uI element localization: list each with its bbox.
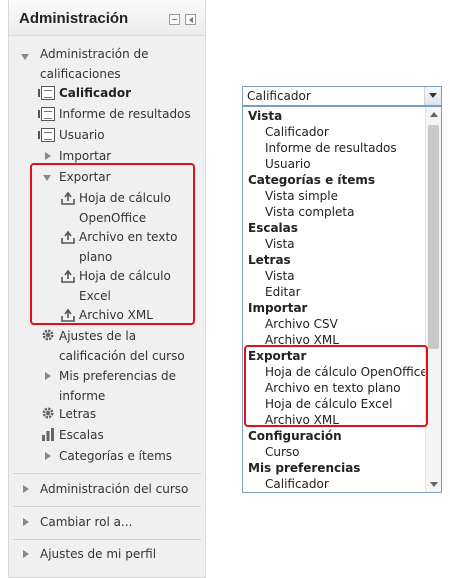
option-item[interactable]: Curso: [265, 444, 300, 460]
tree-item-label: Mis preferencias de informe: [59, 369, 177, 403]
collapsed-triangle-icon[interactable]: [45, 152, 51, 160]
scroll-up-icon[interactable]: [426, 107, 441, 123]
bar-chart-icon: [42, 428, 54, 441]
tree-item-my-report-prefs[interactable]: Mis preferencias de informe: [59, 366, 199, 406]
tree-item-user[interactable]: Usuario: [59, 125, 105, 145]
collapsed-triangle-icon[interactable]: [23, 518, 29, 526]
section-switch-role[interactable]: Cambiar rol a...: [40, 512, 132, 532]
option-item[interactable]: Editar: [265, 284, 301, 300]
section-course-admin[interactable]: Administración del curso: [40, 479, 188, 499]
tree-item-course-grade-settings[interactable]: Ajustes de la calificación del curso: [59, 326, 199, 366]
option-item[interactable]: Vista: [265, 236, 295, 252]
select-options-list: Vista Calificador Informe de resultados Usu…: [242, 106, 442, 493]
report-icon: [38, 107, 55, 121]
option-item[interactable]: Calificador: [265, 124, 329, 140]
option-item[interactable]: Vista: [265, 268, 295, 284]
block-title: Administración: [19, 10, 129, 27]
tree-item-results-report[interactable]: Informe de resultados: [59, 104, 191, 124]
option-group: Categorías e ítems: [248, 173, 376, 187]
option-group: Vista: [248, 109, 283, 123]
gear-icon: [42, 407, 54, 419]
tree-item-label: Calificador: [59, 86, 131, 100]
collapsed-triangle-icon[interactable]: [45, 372, 51, 380]
tree-item-categories-items[interactable]: Categorías e ítems: [59, 446, 172, 466]
option-item[interactable]: Vista completa: [265, 204, 354, 220]
option-item[interactable]: Calificador: [265, 476, 329, 492]
option-group: Mis preferencias: [248, 461, 361, 475]
tree-item-label: Escalas: [59, 428, 104, 442]
option-item[interactable]: Archivo CSV: [265, 316, 338, 332]
report-icon: [38, 128, 55, 142]
section-label: Administración del curso: [40, 482, 189, 496]
collapsed-triangle-icon[interactable]: [23, 550, 29, 558]
tree-item-scales[interactable]: Escalas: [59, 425, 104, 445]
report-select[interactable]: Calificador: [242, 86, 442, 106]
tree-item-grader[interactable]: Calificador: [59, 83, 131, 103]
tree-item-label: Importar: [59, 149, 112, 163]
tree-item-label: Informe de resultados: [59, 107, 191, 121]
option-item[interactable]: Informe de resultados: [265, 140, 397, 156]
divider: [13, 539, 201, 540]
divider: [13, 506, 201, 507]
chevron-down-icon[interactable]: [424, 87, 441, 105]
scroll-down-icon[interactable]: [426, 476, 441, 492]
scroll-thumb[interactable]: [428, 125, 439, 349]
collapsed-triangle-icon[interactable]: [45, 452, 51, 460]
option-item[interactable]: Vista simple: [265, 188, 338, 204]
section-label: Cambiar rol a...: [40, 515, 133, 529]
tree-item-label: Administración de calificaciones: [40, 47, 149, 81]
export-highlight-box: [30, 163, 195, 325]
tree-item-label: Ajustes de la calificación del curso: [59, 329, 185, 363]
tree-item-grades-admin[interactable]: Administración de calificaciones: [40, 44, 190, 84]
report-icon: [38, 86, 55, 100]
option-group: Escalas: [248, 221, 298, 235]
tree-item-label: Categorías e ítems: [59, 449, 173, 463]
scrollbar[interactable]: [425, 107, 441, 492]
option-group: Letras: [248, 253, 291, 267]
option-group: Importar: [248, 301, 308, 315]
minimize-block-icon[interactable]: [169, 14, 180, 25]
tree-item-label: Usuario: [59, 128, 105, 142]
collapsed-triangle-icon[interactable]: [23, 485, 29, 493]
option-item[interactable]: Usuario: [265, 156, 311, 172]
section-label: Ajustes de mi perfil: [40, 547, 157, 561]
section-profile-settings[interactable]: Ajustes de mi perfil: [40, 544, 156, 564]
expanded-triangle-icon[interactable]: [21, 54, 29, 60]
tree-item-label: Letras: [59, 407, 97, 421]
export-highlight-box: [244, 345, 428, 427]
dock-block-icon[interactable]: [185, 14, 196, 25]
select-value: Calificador: [247, 89, 311, 103]
tree-item-letters[interactable]: Letras: [59, 404, 96, 424]
gear-icon: [42, 329, 54, 341]
option-group: Configuración: [248, 429, 342, 443]
block-header: Administración: [9, 0, 205, 36]
divider: [13, 473, 201, 474]
